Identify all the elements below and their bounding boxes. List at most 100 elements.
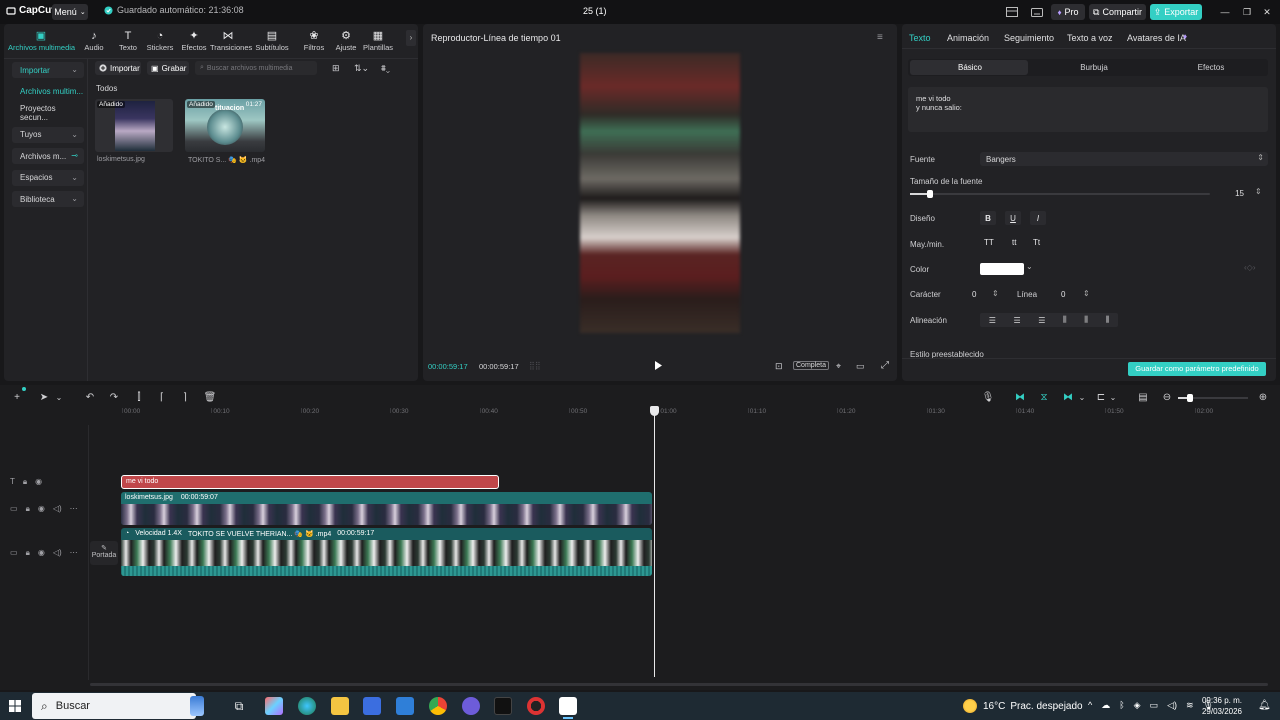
pro-button[interactable]: ♦ Pro	[1051, 4, 1085, 20]
category-audio[interactable]: ♪ Audio	[76, 28, 112, 52]
align-right-icon[interactable]: ☰	[1038, 316, 1045, 325]
line-spacing-value[interactable]: 0	[1061, 290, 1065, 299]
caption-icon[interactable]: ▤	[1136, 391, 1150, 405]
volume-icon[interactable]: ◁)	[1167, 700, 1177, 711]
zoom-slider[interactable]	[1178, 394, 1248, 402]
lock-icon[interactable]: 🔒︎	[26, 548, 30, 558]
more-icon[interactable]: ⋯	[70, 548, 78, 558]
undo-icon[interactable]: ↶	[83, 391, 97, 405]
cover-button[interactable]: ✎ Portada	[90, 541, 118, 565]
playhead-handle[interactable]	[650, 406, 659, 416]
eye-icon[interactable]: ◉	[38, 548, 45, 558]
font-select[interactable]: Bangers ⇕	[980, 152, 1268, 166]
microphone-icon[interactable]: 🎙	[981, 391, 995, 405]
case-title-button[interactable]: Tt	[1033, 238, 1040, 247]
obs-icon[interactable]	[527, 697, 545, 715]
quality-button[interactable]: Completa	[793, 361, 829, 370]
play-button[interactable]	[653, 360, 663, 371]
bluetooth-icon[interactable]: ᛒ	[1119, 700, 1124, 711]
task-view-icon[interactable]: ⧉	[230, 697, 248, 715]
taskbar-search-input[interactable]: ⌕ Buscar	[32, 693, 204, 719]
category-text[interactable]: T Texto	[110, 28, 146, 52]
char-spacing-value[interactable]: 0	[972, 290, 976, 299]
properties-tab[interactable]: Texto	[909, 33, 931, 43]
import-button[interactable]: Importar	[95, 61, 141, 75]
properties-tab[interactable]: Texto a voz	[1067, 33, 1113, 43]
lock-icon[interactable]: 🔒︎	[23, 477, 27, 487]
record-button[interactable]: ▣ Grabar	[147, 61, 189, 75]
case-lowercase-button[interactable]: tt	[1012, 238, 1016, 247]
magnet-icon[interactable]: ⧖	[1037, 391, 1051, 405]
toggle-icon[interactable]: ⊸	[71, 151, 78, 160]
sidebar-item[interactable]: Archivos multim...	[12, 84, 84, 100]
category-effects[interactable]: ✦ Efectos	[176, 28, 212, 52]
file-explorer-icon[interactable]	[331, 697, 349, 715]
trim-right-icon[interactable]: ⌉	[178, 391, 192, 405]
underline-button[interactable]: U	[1005, 211, 1021, 225]
audio-icon[interactable]: ◁)	[53, 504, 62, 514]
category-transitions[interactable]: ⋈ Transiciones	[210, 28, 252, 52]
chevron-down-icon[interactable]: ⌄	[1075, 391, 1089, 405]
audio-icon[interactable]: ◁)	[53, 548, 62, 558]
display-icon[interactable]: ▭	[1150, 700, 1159, 711]
store-icon[interactable]	[363, 697, 381, 715]
text-content-input[interactable]: me vi todo y nunca salio:	[908, 87, 1268, 132]
case-uppercase-button[interactable]: TT	[984, 238, 994, 247]
bold-button[interactable]: B	[980, 211, 996, 225]
subtab-bubble[interactable]: Burbuja	[1032, 63, 1156, 72]
zoom-in-icon[interactable]: ⊕	[1256, 391, 1270, 405]
zoom-out-icon[interactable]: ⊖	[1160, 391, 1174, 405]
snap-icon[interactable]: ⧓	[1061, 391, 1075, 405]
text-clip[interactable]: me vi todo	[121, 475, 499, 489]
eye-icon[interactable]: ◉	[38, 504, 45, 514]
sidebar-item[interactable]: Espacios ⌄	[12, 169, 84, 186]
media-item[interactable]: Añadido tituacion 01:27	[185, 99, 265, 152]
chrome-icon[interactable]	[429, 697, 447, 715]
copilot-icon[interactable]	[265, 697, 283, 715]
media-item[interactable]: Añadido	[95, 99, 173, 152]
keyframe-icon[interactable]: ‹◇›	[1244, 263, 1255, 272]
select-cursor-icon[interactable]: ➤	[37, 391, 51, 405]
sidebar-item[interactable]: Proyectos secun...	[12, 104, 84, 122]
outlook-icon[interactable]	[396, 697, 414, 715]
subtab-basic[interactable]: Básico	[908, 63, 1032, 72]
category-filters[interactable]: ❀ Filtros	[296, 28, 332, 52]
image-clip[interactable]: loskimetsus.jpg 00:00:59:07	[121, 492, 652, 525]
italic-button[interactable]: I	[1030, 211, 1046, 225]
share-button[interactable]: ⧉ Compartir	[1089, 4, 1146, 20]
sidebar-item[interactable]: Importar ⌄	[12, 62, 84, 78]
chevron-down-icon[interactable]: ⌄	[1026, 262, 1033, 271]
close-button[interactable]: ✕	[1260, 4, 1274, 20]
grid-view-icon[interactable]: ⊞	[332, 63, 340, 74]
edge-icon[interactable]	[298, 697, 316, 715]
ratio-box-icon[interactable]: ▭	[856, 361, 865, 372]
category-subtitles[interactable]: ▤ Subtítulos	[254, 28, 290, 52]
notifications-icon[interactable]: 🔔︎	[1258, 700, 1271, 711]
chevron-right-icon[interactable]: ›	[406, 30, 416, 46]
properties-tab[interactable]: Seguimiento	[1004, 33, 1054, 43]
sidebar-item[interactable]: Biblioteca ⌄	[12, 191, 84, 207]
sidebar-item[interactable]: Archivos m... ⊸	[12, 148, 84, 164]
clock[interactable]: 09:36 p. m. 29/03/2026	[1200, 695, 1242, 717]
maximize-button[interactable]: ❐	[1240, 4, 1254, 20]
capcut-active-icon[interactable]	[559, 697, 577, 715]
trim-left-icon[interactable]: ⌈	[155, 391, 169, 405]
link-clips-icon[interactable]: ⧓	[1013, 391, 1027, 405]
save-default-button[interactable]: Guardar como parámetro predefinido	[1128, 362, 1266, 376]
horizontal-scrollbar[interactable]	[90, 683, 1268, 686]
add-track-icon[interactable]: +	[10, 391, 24, 405]
weather-widget[interactable]: 16°C Prac. despejado	[983, 701, 1083, 712]
align-bottom-icon[interactable]: ⫼	[1105, 315, 1109, 325]
filter-icon[interactable]: ⩩⌄	[381, 63, 390, 74]
eye-icon[interactable]: ◉	[35, 477, 42, 487]
align-left-icon[interactable]: ☰	[989, 316, 996, 325]
chevron-down-icon[interactable]: ⌄	[1106, 391, 1120, 405]
windows-start-icon[interactable]	[9, 700, 21, 712]
capcut-taskbar-icon[interactable]	[494, 697, 512, 715]
properties-tab[interactable]: Animación	[947, 33, 989, 43]
size-slider-knob[interactable]	[927, 190, 933, 198]
keyboard-icon[interactable]	[1030, 4, 1044, 20]
align-middle-icon[interactable]: ⫼	[1084, 315, 1088, 325]
category-media[interactable]: ▣ Archivos multimedia	[8, 28, 75, 52]
sidebar-item[interactable]: Tuyos ⌄	[12, 126, 84, 143]
